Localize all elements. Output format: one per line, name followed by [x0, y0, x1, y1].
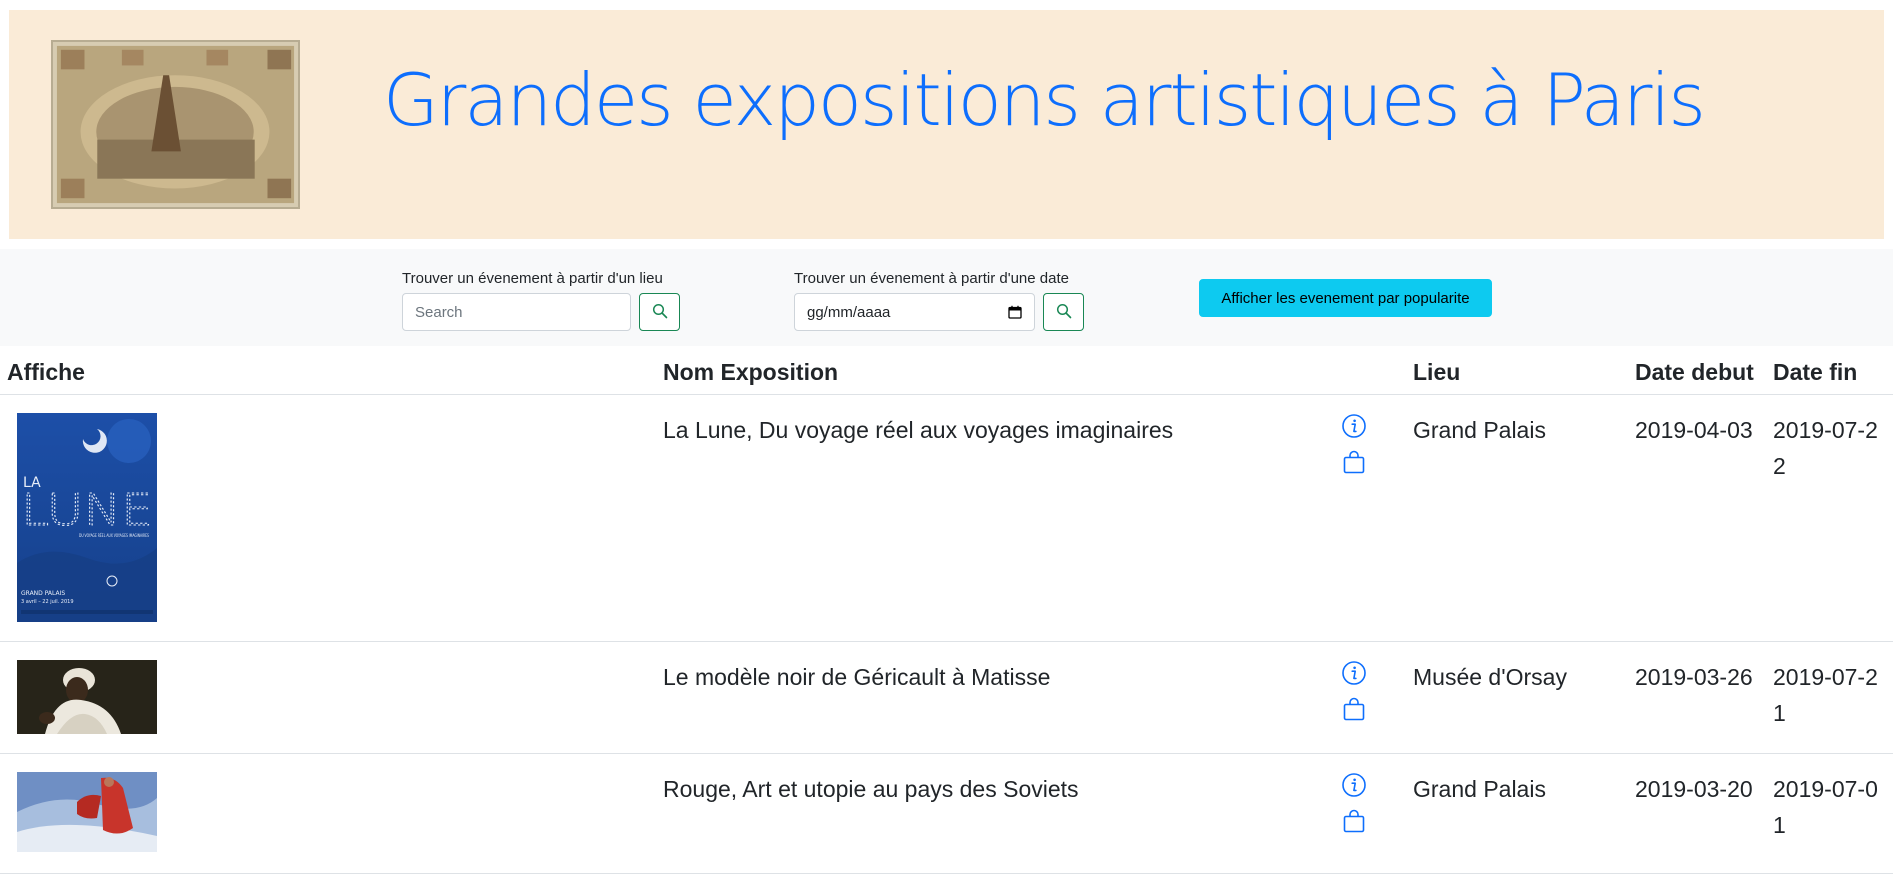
actions-cell	[1334, 753, 1406, 874]
exhibition-end-date: 2019-07-21	[1766, 641, 1893, 754]
header-date-debut: Date debut	[1628, 346, 1766, 395]
popularity-button[interactable]: Afficher les evenement par popularite	[1199, 279, 1492, 317]
date-placeholder: gg/mm/aaaa	[807, 303, 891, 321]
header-lieu: Lieu	[1406, 346, 1628, 395]
info-circle-icon[interactable]	[1341, 772, 1367, 798]
date-search-label: Trouver un évenement à partir d'une date	[794, 270, 1069, 287]
place-search-label: Trouver un évenement à partir d'un lieu	[402, 270, 663, 287]
table-row: Le modèle noir de Géricault à Matisse Mu…	[0, 641, 1893, 754]
shopping-bag-icon[interactable]	[1341, 808, 1367, 834]
poster-cell: LA LUNE DU VOYAGE RÉEL AUX VOYAGES IMAGI…	[0, 394, 656, 642]
banner-image	[51, 40, 300, 209]
place-search-input[interactable]	[402, 293, 631, 331]
actions-cell	[1334, 641, 1406, 754]
exhibition-start-date: 2019-03-26	[1628, 641, 1766, 754]
place-search-group: Trouver un évenement à partir d'un lieu	[402, 270, 680, 331]
info-circle-icon[interactable]	[1341, 413, 1367, 439]
exhibition-start-date: 2019-04-03	[1628, 394, 1766, 642]
date-search-button[interactable]	[1043, 293, 1084, 331]
calendar-icon[interactable]	[1008, 305, 1022, 319]
info-circle-icon[interactable]	[1341, 660, 1367, 686]
exhibition-name: La Lune, Du voyage réel aux voyages imag…	[656, 394, 1334, 642]
exhibition-name: Le modèle noir de Géricault à Matisse	[656, 641, 1334, 754]
header-actions	[1334, 346, 1406, 395]
exhibitions-table: Affiche Nom Exposition Lieu Date debut D…	[0, 346, 1893, 874]
exhibition-name: Rouge, Art et utopie au pays des Soviets	[656, 753, 1334, 874]
shopping-bag-icon[interactable]	[1341, 696, 1367, 722]
search-icon	[1056, 303, 1072, 322]
table-row: LA LUNE DU VOYAGE RÉEL AUX VOYAGES IMAGI…	[0, 394, 1893, 642]
exhibition-end-date: 2019-07-01	[1766, 753, 1893, 874]
poster-text-lune: LUNE	[21, 485, 153, 536]
rouge-poster[interactable]	[17, 772, 157, 852]
actions-cell	[1334, 394, 1406, 642]
date-search-input[interactable]: gg/mm/aaaa	[794, 293, 1035, 331]
poster-text-venue: GRAND PALAIS	[21, 590, 65, 597]
search-toolbar: Trouver un évenement à partir d'un lieu …	[0, 249, 1893, 346]
poster-cell	[0, 753, 656, 874]
exhibition-end-date: 2019-07-22	[1766, 394, 1893, 642]
date-search-group: Trouver un évenement à partir d'une date…	[794, 270, 1084, 331]
table-row: Rouge, Art et utopie au pays des Soviets…	[0, 753, 1893, 874]
header-banner: Grandes expositions artistiques à Paris	[9, 10, 1884, 239]
exhibition-place: Grand Palais	[1406, 394, 1628, 642]
modele-noir-poster[interactable]	[17, 660, 157, 734]
exhibition-place: Musée d'Orsay	[1406, 641, 1628, 754]
header-nom-exposition: Nom Exposition	[656, 346, 1334, 395]
place-search-button[interactable]	[639, 293, 680, 331]
exhibition-place: Grand Palais	[1406, 753, 1628, 874]
table-header-row: Affiche Nom Exposition Lieu Date debut D…	[0, 346, 1893, 395]
la-lune-poster[interactable]: LA LUNE DU VOYAGE RÉEL AUX VOYAGES IMAGI…	[17, 413, 157, 622]
header-date-fin: Date fin	[1766, 346, 1893, 395]
poster-cell	[0, 641, 656, 754]
shopping-bag-icon[interactable]	[1341, 449, 1367, 475]
page-title: Grandes expositions artistiques à Paris	[383, 58, 1706, 142]
search-icon	[652, 303, 668, 322]
header-affiche: Affiche	[0, 346, 656, 395]
exhibition-start-date: 2019-03-20	[1628, 753, 1766, 874]
poster-text-dates: 3 avril – 22 juil. 2019	[21, 599, 74, 605]
